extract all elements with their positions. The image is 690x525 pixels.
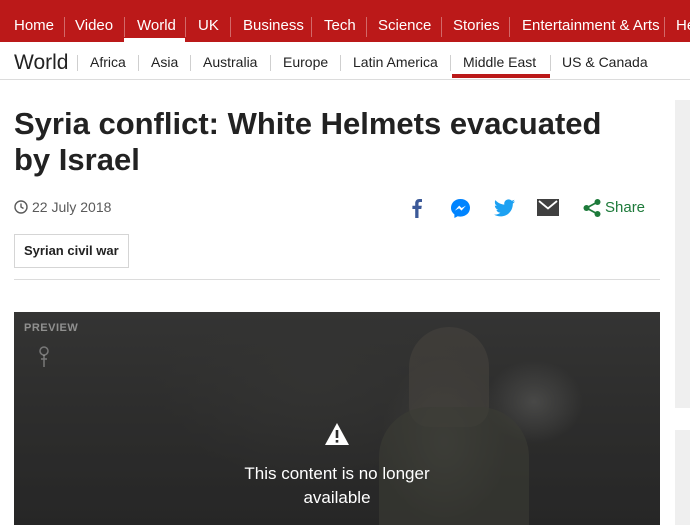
nav-divider bbox=[441, 17, 442, 37]
subnav-divider bbox=[77, 55, 78, 71]
subnav-latin-america[interactable]: Latin America bbox=[353, 54, 438, 70]
content-unavailable-message: This content is no longer available bbox=[187, 462, 487, 510]
subnav-active-indicator bbox=[452, 74, 550, 78]
nav-uk[interactable]: UK bbox=[198, 0, 219, 42]
article-headline: Syria conflict: White Helmets evacuated … bbox=[14, 106, 654, 178]
nav-divider bbox=[664, 17, 665, 37]
subnav-divider bbox=[550, 55, 551, 71]
section-title[interactable]: World bbox=[14, 51, 68, 75]
warning-icon bbox=[325, 423, 349, 445]
subnav-divider bbox=[450, 55, 451, 71]
preview-watermark-icon bbox=[39, 346, 49, 367]
video-player[interactable]: PREVIEW This content is no longer availa… bbox=[14, 312, 660, 525]
nav-divider bbox=[185, 17, 186, 37]
subnav-divider bbox=[270, 55, 271, 71]
subnav-middle-east[interactable]: Middle East bbox=[463, 54, 536, 70]
nav-divider bbox=[64, 17, 65, 37]
share-icon[interactable] bbox=[582, 198, 602, 218]
nav-world[interactable]: World bbox=[137, 0, 176, 42]
divider bbox=[14, 279, 660, 280]
headline-line-1: Syria conflict: White Helmets evacuated bbox=[14, 106, 602, 141]
nav-health[interactable]: He bbox=[676, 0, 690, 42]
share-button[interactable]: Share bbox=[605, 199, 645, 216]
top-navigation: Home Video World UK Business Tech Scienc… bbox=[0, 0, 690, 42]
email-icon[interactable] bbox=[537, 199, 559, 216]
message-line-2: available bbox=[303, 488, 371, 507]
nav-divider bbox=[366, 17, 367, 37]
nav-video[interactable]: Video bbox=[75, 0, 113, 42]
nav-stories[interactable]: Stories bbox=[453, 0, 500, 42]
nav-science[interactable]: Science bbox=[378, 0, 431, 42]
twitter-icon[interactable] bbox=[494, 199, 515, 217]
messenger-icon[interactable] bbox=[450, 198, 471, 219]
right-rail-panel bbox=[675, 430, 690, 525]
subnav-europe[interactable]: Europe bbox=[283, 54, 328, 70]
nav-entertainment-arts[interactable]: Entertainment & Arts bbox=[522, 0, 660, 42]
section-navigation: World Africa Asia Australia Europe Latin… bbox=[0, 42, 690, 80]
nav-divider bbox=[311, 17, 312, 37]
subnav-divider bbox=[190, 55, 191, 71]
nav-divider bbox=[124, 17, 125, 37]
clock-icon bbox=[14, 200, 28, 214]
nav-business[interactable]: Business bbox=[243, 0, 304, 42]
subnav-africa[interactable]: Africa bbox=[90, 54, 126, 70]
subnav-asia[interactable]: Asia bbox=[151, 54, 178, 70]
date-text: 22 July 2018 bbox=[32, 199, 112, 215]
subnav-us-canada[interactable]: US & Canada bbox=[562, 54, 648, 70]
topic-tag[interactable]: Syrian civil war bbox=[14, 234, 129, 268]
subnav-divider bbox=[138, 55, 139, 71]
nav-tech[interactable]: Tech bbox=[324, 0, 356, 42]
headline-line-2: by Israel bbox=[14, 142, 140, 177]
subnav-divider bbox=[340, 55, 341, 71]
nav-home[interactable]: Home bbox=[14, 0, 54, 42]
message-line-1: This content is no longer bbox=[244, 464, 430, 483]
nav-divider bbox=[509, 17, 510, 37]
nav-divider bbox=[230, 17, 231, 37]
facebook-icon[interactable] bbox=[408, 198, 424, 218]
preview-label: PREVIEW bbox=[24, 322, 79, 334]
subnav-australia[interactable]: Australia bbox=[203, 54, 257, 70]
right-rail-panel bbox=[675, 100, 690, 408]
article-date: 22 July 2018 bbox=[14, 199, 111, 215]
